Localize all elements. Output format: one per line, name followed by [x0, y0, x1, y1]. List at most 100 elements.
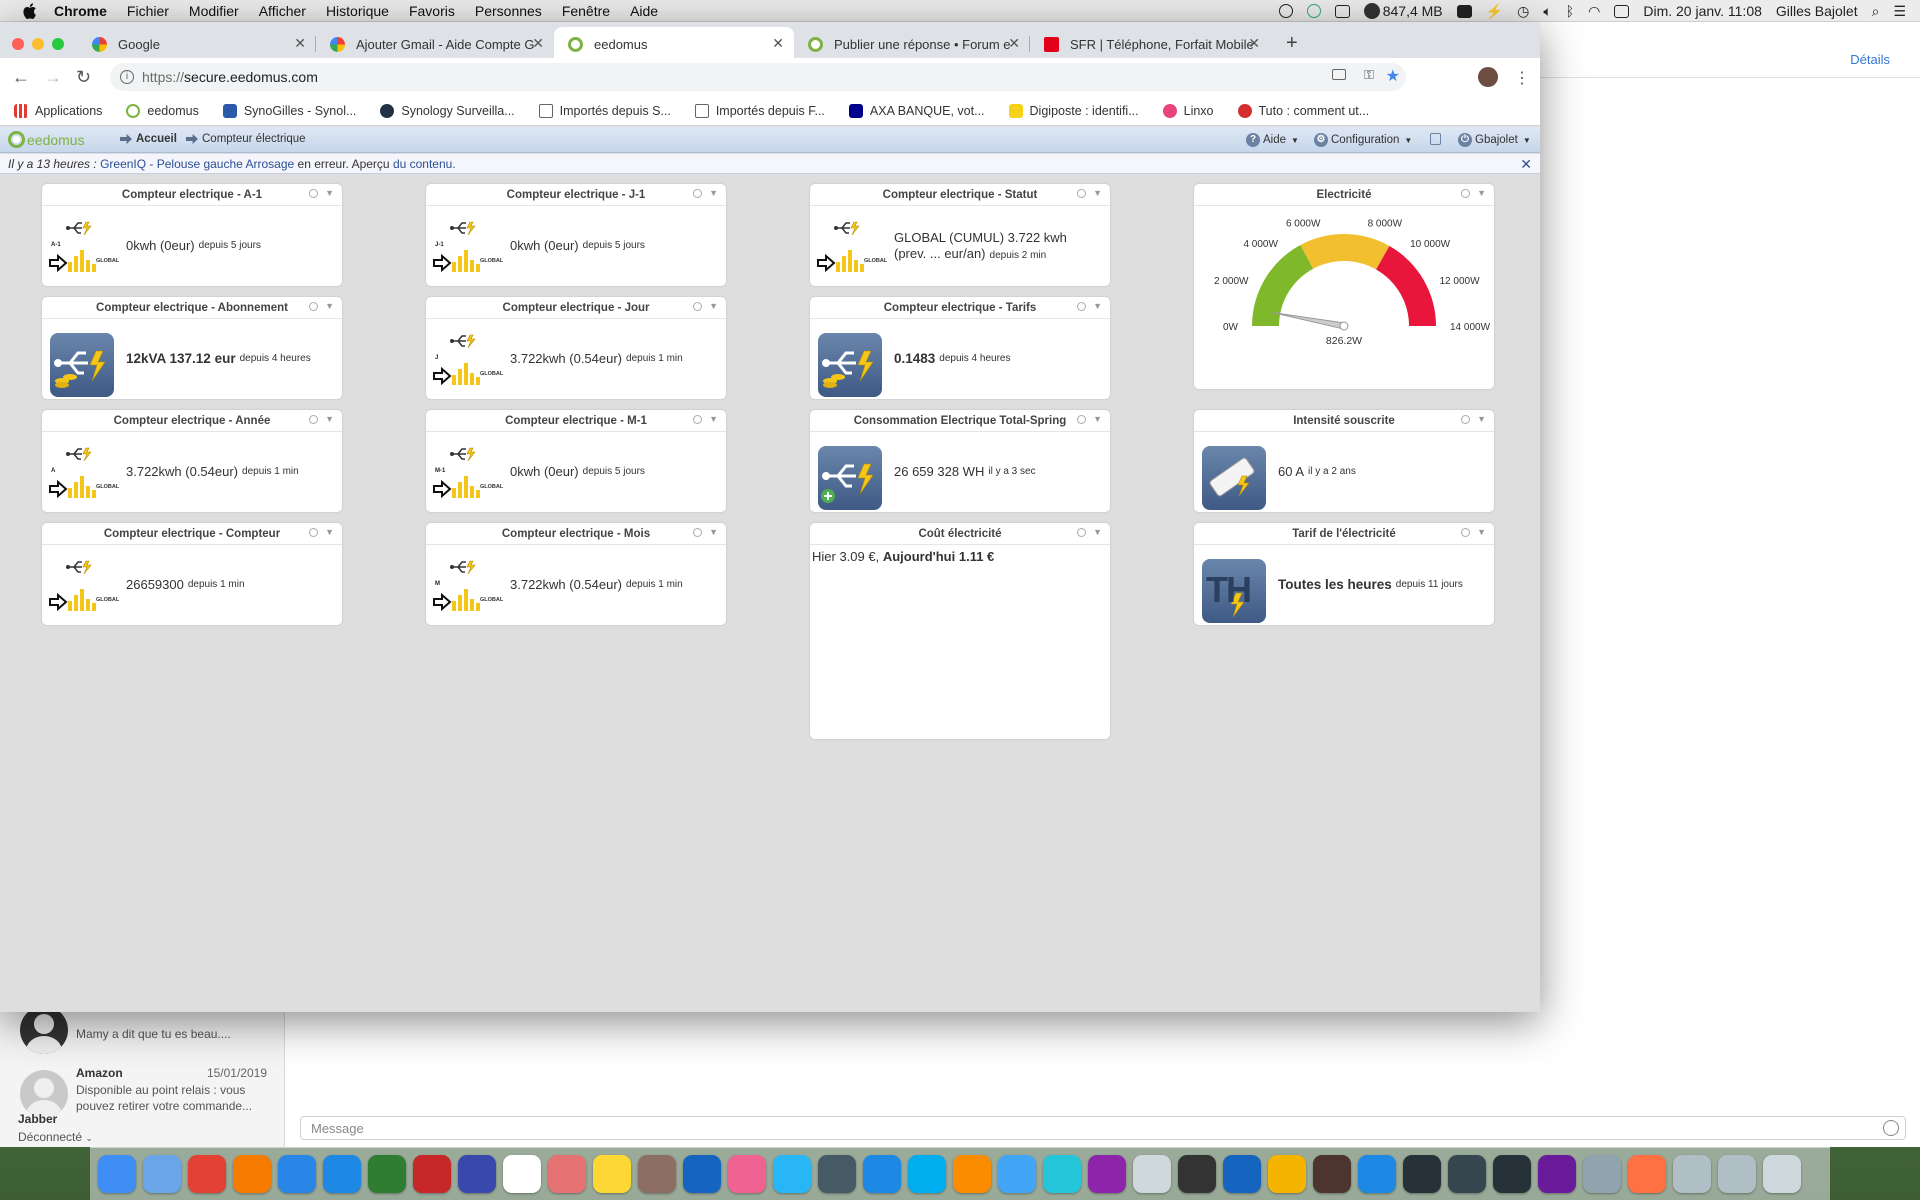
dock-app-icon[interactable] [278, 1155, 316, 1193]
chevron-down-icon[interactable]: ▼ [709, 414, 718, 424]
status-bluetooth-icon[interactable]: ᛒ [1566, 3, 1574, 19]
search-icon[interactable] [1077, 528, 1086, 537]
status-calendar-icon[interactable] [1614, 4, 1630, 18]
chevron-down-icon[interactable]: ▼ [1093, 414, 1102, 424]
chevron-down-icon[interactable]: ▼ [1093, 527, 1102, 537]
site-info-icon[interactable]: i [120, 70, 134, 84]
dock-app-icon[interactable] [503, 1155, 541, 1193]
dock-app-icon[interactable] [368, 1155, 406, 1193]
widget-compteur-abonnement[interactable]: Compteur electrique - Abonnement ▼ 12kVA … [42, 297, 342, 399]
dock-app-icon[interactable] [1223, 1155, 1261, 1193]
dock-app-icon[interactable] [1313, 1155, 1351, 1193]
search-icon[interactable] [693, 189, 702, 198]
close-tab-icon[interactable]: ✕ [772, 35, 784, 52]
status-display-icon[interactable] [1456, 4, 1472, 18]
search-icon[interactable] [309, 302, 318, 311]
dock-app-icon[interactable] [773, 1155, 811, 1193]
dock-app-icon[interactable] [413, 1155, 451, 1193]
dock-app-icon[interactable] [1043, 1155, 1081, 1193]
bookmark-axa[interactable]: AXA BANQUE, vot... [848, 103, 985, 118]
dock-app-icon[interactable] [593, 1155, 631, 1193]
emoji-icon[interactable] [1883, 1120, 1899, 1136]
bookmark-linxo[interactable]: Linxo [1162, 103, 1214, 118]
dock-app-icon[interactable] [548, 1155, 586, 1193]
dock-app-icon[interactable] [1448, 1155, 1486, 1193]
dock-app-icon[interactable] [908, 1155, 946, 1193]
search-icon[interactable] [1077, 415, 1086, 424]
widget-compteur-jour[interactable]: Compteur electrique - Jour ▼ GLOBAL 3.722… [426, 297, 726, 399]
dock-app-icon[interactable] [1673, 1155, 1711, 1193]
menu-favoris[interactable]: Favoris [409, 3, 455, 19]
eedomus-logo[interactable]: eedomus [8, 131, 85, 148]
status-copy-icon[interactable] [1334, 4, 1350, 18]
alert-content-link[interactable]: du contenu. [393, 157, 456, 171]
widget-compteur-j1[interactable]: Compteur electrique - J-1 ▼ GLOBAL 0kwh (… [426, 184, 726, 286]
dock-app-icon[interactable] [1403, 1155, 1441, 1193]
status-face-icon[interactable] [1278, 4, 1293, 18]
widget-compteur-annee[interactable]: Compteur electrique - Année ▼ GLOBAL 3.72… [42, 410, 342, 512]
dock-app-icon[interactable] [458, 1155, 496, 1193]
dock-app-icon[interactable] [1133, 1155, 1171, 1193]
widget-tarif-electricite[interactable]: Tarif de l'électricité ▼ TH Toutes les he… [1194, 523, 1494, 625]
search-icon[interactable] [1461, 189, 1470, 198]
dock-app-icon[interactable] [1718, 1155, 1756, 1193]
status-power-icon[interactable]: ⚡ [1486, 3, 1503, 20]
close-tab-icon[interactable]: ✕ [532, 35, 544, 52]
close-icon[interactable]: ✕ [1520, 156, 1532, 173]
widget-electricite-gauge[interactable]: Electricité ▼ 0W 2 000W 4 000W 6 000W 8 000W 1… [1194, 184, 1494, 389]
configuration-menu[interactable]: ⚙ Configuration ▼ [1314, 133, 1412, 147]
menu-app-name[interactable]: Chrome [54, 3, 107, 19]
chevron-down-icon[interactable]: ▼ [1477, 527, 1486, 537]
status-username[interactable]: Gilles Bajolet [1776, 3, 1858, 19]
new-tab-button[interactable]: + [1286, 32, 1298, 55]
dock-app-icon[interactable] [1628, 1155, 1666, 1193]
breadcrumb-compteur[interactable]: Compteur électrique [186, 133, 306, 145]
widget-consommation-total[interactable]: Consommation Electrique Total-Spring ▼ 26… [810, 410, 1110, 512]
search-icon[interactable] [693, 528, 702, 537]
widget-compteur-tarifs[interactable]: Compteur electrique - Tarifs ▼ 0.1483 depu… [810, 297, 1110, 399]
menu-fenetre[interactable]: Fenêtre [562, 3, 610, 19]
dock-app-icon[interactable] [863, 1155, 901, 1193]
dock-app-icon[interactable] [143, 1155, 181, 1193]
bookmark-star-icon[interactable]: ★ [1386, 66, 1400, 86]
dock-app-icon[interactable] [323, 1155, 361, 1193]
widget-intensite-souscrite[interactable]: Intensité souscrite ▼ 60 Ail y a 2 ans [1194, 410, 1494, 512]
status-volume-icon[interactable]: 🔈︎ [1543, 3, 1551, 20]
status-datetime[interactable]: Dim. 20 janv. 11:08 [1643, 3, 1762, 19]
alert-device-link[interactable]: GreenIQ - Pelouse gauche Arrosage [100, 157, 294, 171]
menu-fichier[interactable]: Fichier [127, 3, 169, 19]
dock-app-icon[interactable] [998, 1155, 1036, 1193]
chevron-down-icon[interactable]: ▼ [1093, 188, 1102, 198]
dock-app-icon[interactable] [728, 1155, 766, 1193]
tab-forum[interactable]: Publier une réponse • Forum e ✕ [794, 27, 1030, 58]
bookmark-folder-f[interactable]: Importés depuis F... [694, 103, 825, 118]
camera-blocked-icon[interactable] [1332, 69, 1346, 80]
close-tab-icon[interactable]: ✕ [1008, 35, 1020, 52]
user-menu[interactable]: ⏻ Gbajolet ▼ [1458, 133, 1531, 147]
dock-app-icon[interactable] [1538, 1155, 1576, 1193]
status-vpn-icon[interactable] [1306, 4, 1321, 18]
bookmark-folder-s[interactable]: Importés depuis S... [538, 103, 671, 118]
bookmark-applications[interactable]: Applications [14, 103, 102, 118]
status-memory[interactable]: 847,4 MB [1363, 3, 1443, 19]
status-wifi-icon[interactable]: ◠ [1588, 3, 1600, 20]
search-icon[interactable] [1077, 189, 1086, 198]
dock-app-icon[interactable] [1763, 1155, 1801, 1193]
back-icon[interactable]: ← [12, 67, 30, 88]
tab-gmail-help[interactable]: Ajouter Gmail - Aide Compte G ✕ [316, 27, 554, 58]
dock-app-icon[interactable] [1178, 1155, 1216, 1193]
chevron-down-icon[interactable]: ▼ [325, 301, 334, 311]
search-icon[interactable] [1077, 302, 1086, 311]
chevron-down-icon[interactable]: ▼ [1477, 414, 1486, 424]
dock-app-icon[interactable] [953, 1155, 991, 1193]
search-icon[interactable] [309, 189, 318, 198]
lock-button[interactable] [1430, 133, 1441, 145]
close-tab-icon[interactable]: ✕ [1248, 35, 1260, 52]
help-menu[interactable]: ? Aide ▼ [1246, 133, 1299, 147]
message-input[interactable]: Message [300, 1116, 1906, 1140]
account-status[interactable]: Déconnecté ⌄ [18, 1130, 93, 1144]
tab-google[interactable]: Google ✕ [78, 27, 316, 58]
dock-app-icon[interactable] [98, 1155, 136, 1193]
widget-compteur-mois[interactable]: Compteur electrique - Mois ▼ GLOBAL 3.722… [426, 523, 726, 625]
chevron-down-icon[interactable]: ▼ [325, 527, 334, 537]
